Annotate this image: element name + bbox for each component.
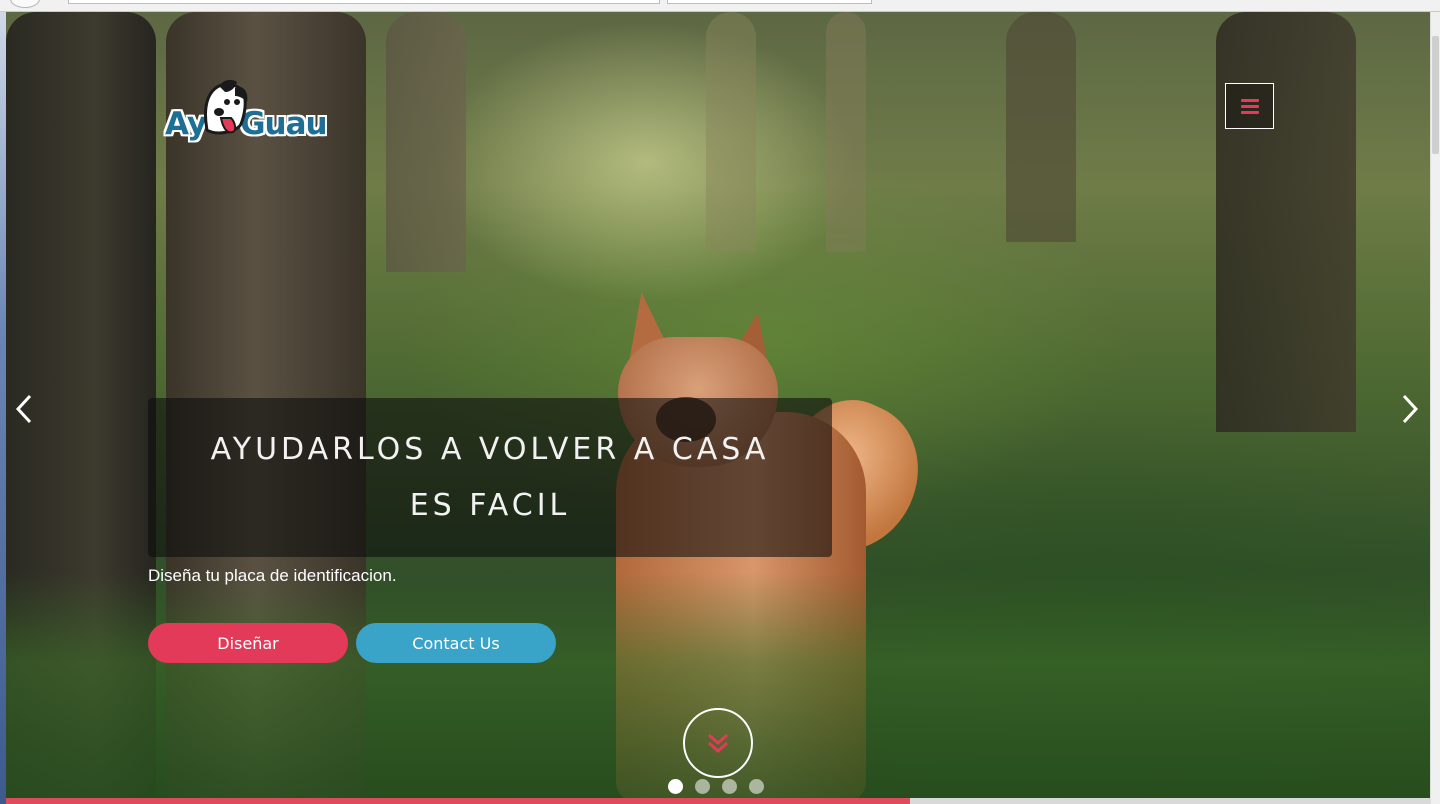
chevron-left-icon[interactable] <box>12 392 36 426</box>
background-tree <box>706 12 756 252</box>
carousel-dot[interactable] <box>695 779 710 794</box>
scroll-down-button[interactable] <box>683 708 753 778</box>
double-chevron-down-icon <box>708 733 728 754</box>
carousel-indicators <box>668 779 764 794</box>
browser-nav-button[interactable] <box>10 0 40 8</box>
background-tree <box>1006 12 1076 242</box>
scrollbar-thumb[interactable] <box>1432 36 1439 154</box>
carousel-dot[interactable] <box>668 779 683 794</box>
background-tree <box>1216 12 1356 432</box>
chevron-right-icon[interactable] <box>1398 392 1422 426</box>
background-tree <box>386 12 466 272</box>
bottom-strip <box>6 798 1430 804</box>
slide-subtitle: Diseña tu placa de identificacion. <box>148 566 397 585</box>
hamburger-icon <box>1240 96 1259 117</box>
design-button[interactable]: Diseñar <box>148 623 348 663</box>
dog-face-icon <box>204 79 248 135</box>
menu-toggle-button[interactable] <box>1225 83 1274 129</box>
site-logo[interactable]: Ay Guau <box>165 78 355 146</box>
page-scrollbar[interactable] <box>1430 12 1440 804</box>
slide-caption-box: AYUDARLOS A VOLVER A CASA ES FACIL <box>148 398 832 557</box>
page-progress-bar <box>6 798 911 804</box>
carousel-dot[interactable] <box>722 779 737 794</box>
browser-chrome <box>0 0 1440 12</box>
address-bar[interactable] <box>68 0 660 4</box>
contact-us-button[interactable]: Contact Us <box>356 623 556 663</box>
slide-title: AYUDARLOS A VOLVER A CASA ES FACIL <box>210 431 770 523</box>
browser-search-box[interactable] <box>667 0 872 4</box>
carousel-dot[interactable] <box>749 779 764 794</box>
background-tree <box>826 12 866 252</box>
